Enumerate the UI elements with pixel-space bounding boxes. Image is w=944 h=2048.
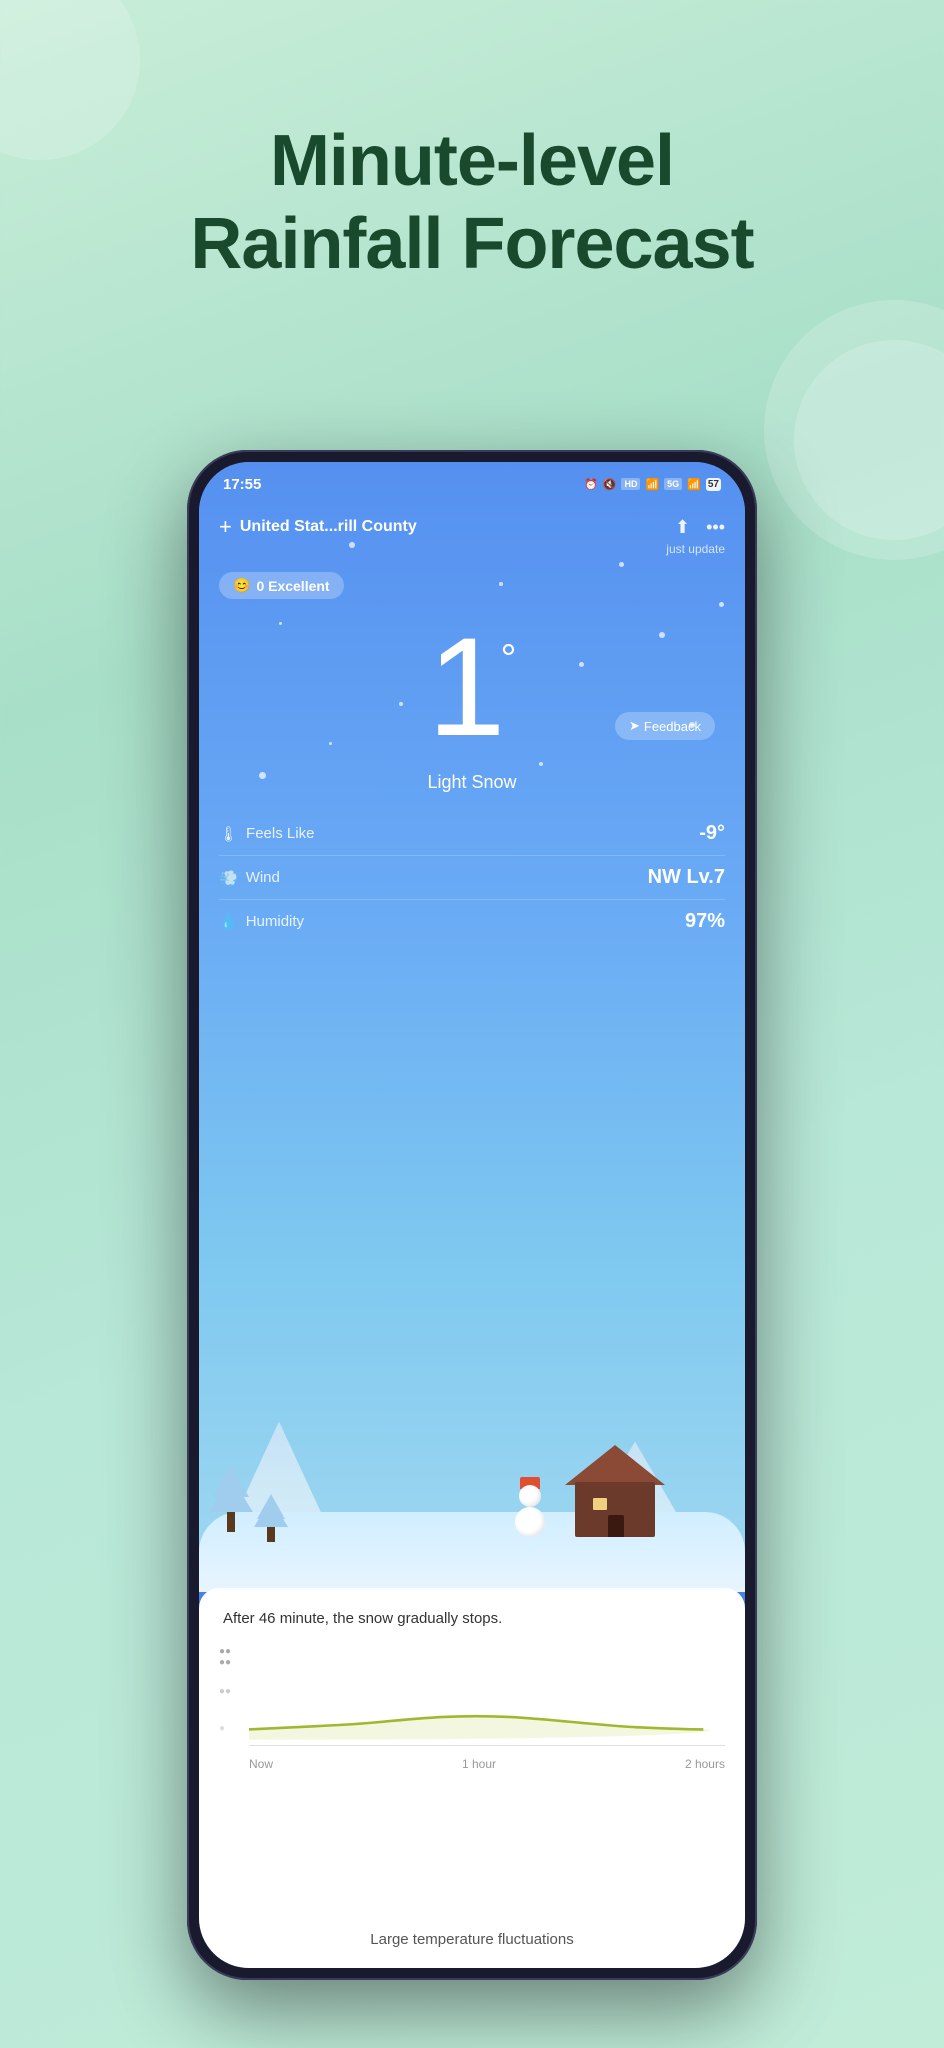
cabin: [565, 1447, 665, 1537]
status-bar: 17:55 ⏰ 🔇 HD 📶 5G 📶 57: [199, 462, 745, 506]
rain-level-low: ●: [219, 1723, 231, 1734]
rainfall-chart: ●●●● ●● ●: [199, 1641, 745, 1771]
feedback-button[interactable]: ➤ Feedback: [615, 712, 715, 740]
phone-frame: 17:55 ⏰ 🔇 HD 📶 5G 📶 57 + United Stat...r…: [187, 450, 757, 1980]
wind-value: NW Lv.7: [648, 866, 725, 889]
share-icon[interactable]: ⬆: [675, 517, 690, 538]
snow-particle: [719, 602, 724, 607]
rainfall-svg: [249, 1641, 725, 1745]
weather-stats: 🌡 Feels Like -9° 💨 Wind NW Lv.7 💧 Hum: [199, 812, 745, 943]
feels-like-row: 🌡 Feels Like -9°: [219, 812, 725, 856]
time-1hour: 1 hour: [462, 1757, 496, 1771]
battery-icon: 57: [706, 478, 721, 491]
signal-5g-icon: 5G: [664, 478, 682, 490]
tree-left: [209, 1467, 253, 1532]
aqi-emoji: 😊: [233, 577, 250, 594]
humidity-label: 💧 Humidity: [219, 913, 304, 931]
alarm-icon: ⏰: [584, 478, 598, 491]
feels-like-value: -9°: [699, 822, 725, 845]
phone-mockup: 17:55 ⏰ 🔇 HD 📶 5G 📶 57 + United Stat...r…: [187, 450, 757, 1980]
snow-scene: [199, 1392, 745, 1592]
humidity-icon: 💧: [219, 913, 238, 931]
hero-title-line1: Minute-level: [60, 120, 884, 203]
snow-particle: [539, 762, 543, 766]
rain-level-high: ●●●●: [219, 1646, 231, 1668]
temperature-degree: °: [500, 637, 516, 682]
status-time: 17:55: [223, 476, 261, 493]
aqi-label: 0 Excellent: [256, 578, 329, 594]
add-location-button[interactable]: +: [219, 514, 232, 540]
more-options-icon[interactable]: •••: [706, 517, 725, 538]
chart-area: [249, 1641, 725, 1746]
wind-row: 💨 Wind NW Lv.7: [219, 856, 725, 900]
rain-level-mid: ●●: [219, 1686, 231, 1697]
humidity-value: 97%: [685, 910, 725, 933]
wifi-icon: 📶: [645, 478, 659, 491]
header-left: + United Stat...rill County: [219, 514, 417, 540]
time-now: Now: [249, 1757, 273, 1771]
thermometer-icon: 🌡: [219, 825, 238, 843]
location-name: United Stat...rill County: [240, 518, 417, 536]
phone-screen: 17:55 ⏰ 🔇 HD 📶 5G 📶 57 + United Stat...r…: [199, 462, 745, 1968]
time-2hours: 2 hours: [685, 1757, 725, 1771]
status-icons: ⏰ 🔇 HD 📶 5G 📶 57: [584, 478, 721, 491]
weather-condition: Light Snow: [199, 772, 745, 793]
header-right: ⬆ •••: [675, 517, 725, 538]
forecast-card: After 46 minute, the snow gradually stop…: [199, 1588, 745, 1968]
humidity-row: 💧 Humidity 97%: [219, 900, 725, 943]
feedback-arrow-icon: ➤: [629, 718, 640, 734]
forecast-message: After 46 minute, the snow gradually stop…: [199, 1588, 745, 1641]
aqi-badge: 😊 0 Excellent: [219, 572, 344, 599]
hd-badge: HD: [621, 478, 640, 490]
tree-right: [254, 1494, 288, 1542]
hero-title-line2: Rainfall Forecast: [60, 203, 884, 286]
snow-particle: [499, 582, 503, 586]
mute-icon: 🔇: [603, 478, 617, 491]
time-labels: Now 1 hour 2 hours: [249, 1753, 725, 1771]
snow-particle: [619, 562, 624, 567]
wind-icon: 💨: [219, 869, 238, 887]
snowman: [510, 1483, 550, 1537]
app-header: + United Stat...rill County ⬆ •••: [199, 506, 745, 548]
wind-label: 💨 Wind: [219, 869, 280, 887]
feels-like-label: 🌡 Feels Like: [219, 825, 314, 843]
bottom-notice: Large temperature fluctuations: [199, 1931, 745, 1948]
signal-bars-icon: 📶: [687, 478, 701, 491]
feedback-label: Feedback: [644, 719, 701, 734]
temperature-value: 1: [428, 617, 501, 757]
rain-icons: ●●●● ●● ●: [219, 1646, 231, 1734]
hero-title: Minute-level Rainfall Forecast: [0, 120, 944, 286]
